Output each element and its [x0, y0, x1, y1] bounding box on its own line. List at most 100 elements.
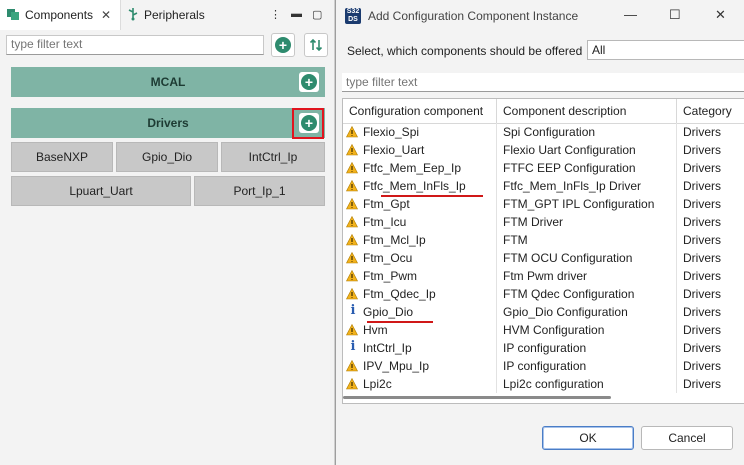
cell-component: Flexio_Spi: [343, 123, 497, 141]
table-row[interactable]: i IntCtrl_Ip IP configuration Drivers: [343, 339, 744, 357]
components-icon: [6, 7, 20, 24]
warning-icon: [346, 180, 358, 192]
column-header-component[interactable]: Configuration component: [343, 99, 497, 123]
tab-peripherals[interactable]: Peripherals: [121, 0, 261, 30]
table-header: Configuration component Component descri…: [343, 99, 744, 124]
component-name: Flexio_Spi: [363, 125, 420, 139]
component-lpuart-uart[interactable]: Lpuart_Uart: [11, 176, 191, 206]
table-row[interactable]: Ftm_Ocu FTM OCU Configuration Drivers: [343, 249, 744, 267]
highlight-box: [292, 108, 324, 139]
sort-button[interactable]: [304, 33, 328, 57]
cell-category: Drivers: [683, 125, 721, 139]
cell-component: Ftm_Qdec_Ip: [343, 285, 497, 303]
warning-icon: [346, 198, 358, 210]
table-row[interactable]: i Gpio_Dio Gpio_Dio Configuration Drivers: [343, 303, 744, 321]
cell-category: Drivers: [683, 305, 721, 319]
cell-description: FTM Driver: [497, 213, 677, 231]
component-intctrl-ip[interactable]: IntCtrl_Ip: [221, 142, 325, 172]
table-row[interactable]: Ftfc_Mem_Eep_Ip FTFC EEP Configuration Dri…: [343, 159, 744, 177]
cell-component: Flexio_Uart: [343, 141, 497, 159]
maximize-icon[interactable]: ☐: [669, 7, 681, 23]
red-underline: [381, 195, 483, 197]
table-row[interactable]: Ftm_Icu FTM Driver Drivers: [343, 213, 744, 231]
cell-description: Ftm Pwm driver: [497, 267, 677, 285]
add-component-button[interactable]: +: [271, 33, 295, 57]
view-menu-icon[interactable]: ⋮: [270, 8, 281, 21]
horizontal-scrollbar[interactable]: [343, 396, 611, 399]
maximize-icon[interactable]: ▢: [312, 8, 322, 21]
close-icon[interactable]: ✕: [715, 7, 726, 23]
table-row[interactable]: Flexio_Spi Spi Configuration Drivers: [343, 123, 744, 141]
table-row[interactable]: Ftm_Qdec_Ip FTM Qdec Configuration Drivers: [343, 285, 744, 303]
tab-components[interactable]: Components ✕: [0, 0, 121, 30]
column-header-description[interactable]: Component description: [497, 99, 677, 123]
cell-category: Drivers: [683, 143, 721, 157]
add-component-dialog: S32 DS Add Configuration Component Instan…: [335, 0, 744, 465]
components-filter-field[interactable]: [6, 35, 264, 55]
cell-category: Drivers: [683, 377, 721, 391]
components-canvas: MCAL + Drivers + BaseNXP Gpio_Dio IntCtr…: [6, 62, 328, 212]
table-row[interactable]: Ftm_Pwm Ftm Pwm driver Drivers: [343, 267, 744, 285]
component-gpio-dio[interactable]: Gpio_Dio: [116, 142, 218, 172]
dialog-filter-input[interactable]: [342, 73, 740, 91]
cell-description: Ftfc_Mem_InFls_Ip Driver: [497, 177, 677, 195]
minimize-icon[interactable]: —: [624, 7, 637, 22]
warning-icon: [346, 252, 358, 264]
table-row[interactable]: Ftfc_Mem_InFls_Ip Ftfc_Mem_InFls_Ip Drive…: [343, 177, 744, 195]
dialog-filter-field[interactable]: [342, 73, 744, 92]
warning-icon: [346, 324, 358, 336]
cancel-button[interactable]: Cancel: [641, 426, 733, 450]
table-row[interactable]: Ftm_Gpt FTM_GPT IPL Configuration Drivers: [343, 195, 744, 213]
cell-description: IP configuration: [497, 339, 677, 357]
table-row[interactable]: Lpi2c Lpi2c configuration Drivers: [343, 375, 744, 393]
cell-component: Ftm_Gpt: [343, 195, 497, 213]
plus-icon: +: [301, 74, 317, 90]
cell-description: FTM_GPT IPL Configuration: [497, 195, 677, 213]
cell-category: Drivers: [683, 197, 721, 211]
info-icon: i: [350, 339, 356, 354]
warning-icon: [346, 360, 358, 372]
group-mcal-label: MCAL: [150, 75, 186, 89]
table-row[interactable]: Flexio_Uart Flexio Uart Configuration Driv…: [343, 141, 744, 159]
cell-category: Drivers: [683, 233, 721, 247]
cell-component: Hvm: [343, 321, 497, 339]
warning-icon: [346, 378, 358, 390]
cell-description: FTM OCU Configuration: [497, 249, 677, 267]
warning-icon: [346, 234, 358, 246]
cell-component: Ftm_Ocu: [343, 249, 497, 267]
components-table: Configuration component Component descri…: [342, 98, 744, 404]
close-icon[interactable]: ✕: [101, 8, 111, 22]
table-row[interactable]: IPV_Mpu_Ip IP configuration Drivers: [343, 357, 744, 375]
sort-icon: [309, 38, 323, 52]
warning-icon: [346, 270, 358, 282]
component-basenxp[interactable]: BaseNXP: [11, 142, 113, 172]
cell-component: i Gpio_Dio: [343, 303, 497, 321]
cell-description: Gpio_Dio Configuration: [497, 303, 677, 321]
component-name: IntCtrl_Ip: [363, 341, 412, 355]
component-name: Ftm_Ocu: [363, 251, 413, 265]
group-drivers[interactable]: Drivers +: [11, 108, 325, 138]
offer-select-value: All: [592, 43, 606, 57]
component-name: Ftfc_Mem_Eep_Ip: [363, 161, 462, 175]
cell-description: Lpi2c configuration: [497, 375, 677, 393]
cell-description: Flexio Uart Configuration: [497, 141, 677, 159]
cell-description: FTM: [497, 231, 677, 249]
table-row[interactable]: Hvm HVM Configuration Drivers: [343, 321, 744, 339]
components-filter-input[interactable]: [7, 36, 263, 52]
tab-components-label: Components: [25, 8, 94, 22]
cell-component: Ftfc_Mem_Eep_Ip: [343, 159, 497, 177]
app-logo-icon: S32 DS: [345, 7, 361, 24]
ok-button[interactable]: OK: [542, 426, 634, 450]
component-port-ip-1[interactable]: Port_Ip_1: [194, 176, 325, 206]
minimize-icon[interactable]: ▬: [291, 8, 302, 20]
cell-component: i IntCtrl_Ip: [343, 339, 497, 357]
offer-select[interactable]: All: [587, 40, 744, 60]
red-underline: [367, 321, 433, 323]
component-name: Ftm_Gpt: [363, 197, 410, 211]
group-mcal[interactable]: MCAL +: [11, 67, 325, 97]
table-row[interactable]: Ftm_Mcl_Ip FTM Drivers: [343, 231, 744, 249]
add-mcal-button[interactable]: +: [299, 72, 319, 92]
column-header-category[interactable]: Category: [677, 99, 744, 123]
warning-icon: [346, 126, 358, 138]
cell-description: IP configuration: [497, 357, 677, 375]
